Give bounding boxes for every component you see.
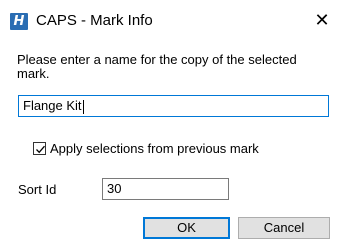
caps-app-icon: H bbox=[10, 13, 28, 30]
ok-button[interactable]: OK bbox=[143, 217, 230, 239]
title-bar: H CAPS - Mark Info ✕ bbox=[0, 0, 344, 44]
mark-name-input[interactable]: Flange Kit bbox=[18, 95, 329, 117]
prompt-text: Please enter a name for the copy of the … bbox=[17, 52, 297, 81]
cancel-button[interactable]: Cancel bbox=[238, 217, 330, 239]
sort-id-label: Sort Id bbox=[18, 182, 57, 197]
mark-info-dialog: H CAPS - Mark Info ✕ Please enter a name… bbox=[0, 0, 344, 247]
mark-name-value: Flange Kit bbox=[23, 98, 82, 113]
sort-id-input[interactable]: 30 bbox=[102, 178, 229, 200]
window-title: CAPS - Mark Info bbox=[36, 12, 153, 29]
apply-selections-checkbox[interactable] bbox=[33, 142, 46, 155]
text-caret bbox=[82, 99, 84, 114]
checkmark-icon bbox=[36, 145, 45, 154]
apply-selections-label: Apply selections from previous mark bbox=[50, 141, 259, 156]
close-button[interactable]: ✕ bbox=[310, 10, 334, 32]
